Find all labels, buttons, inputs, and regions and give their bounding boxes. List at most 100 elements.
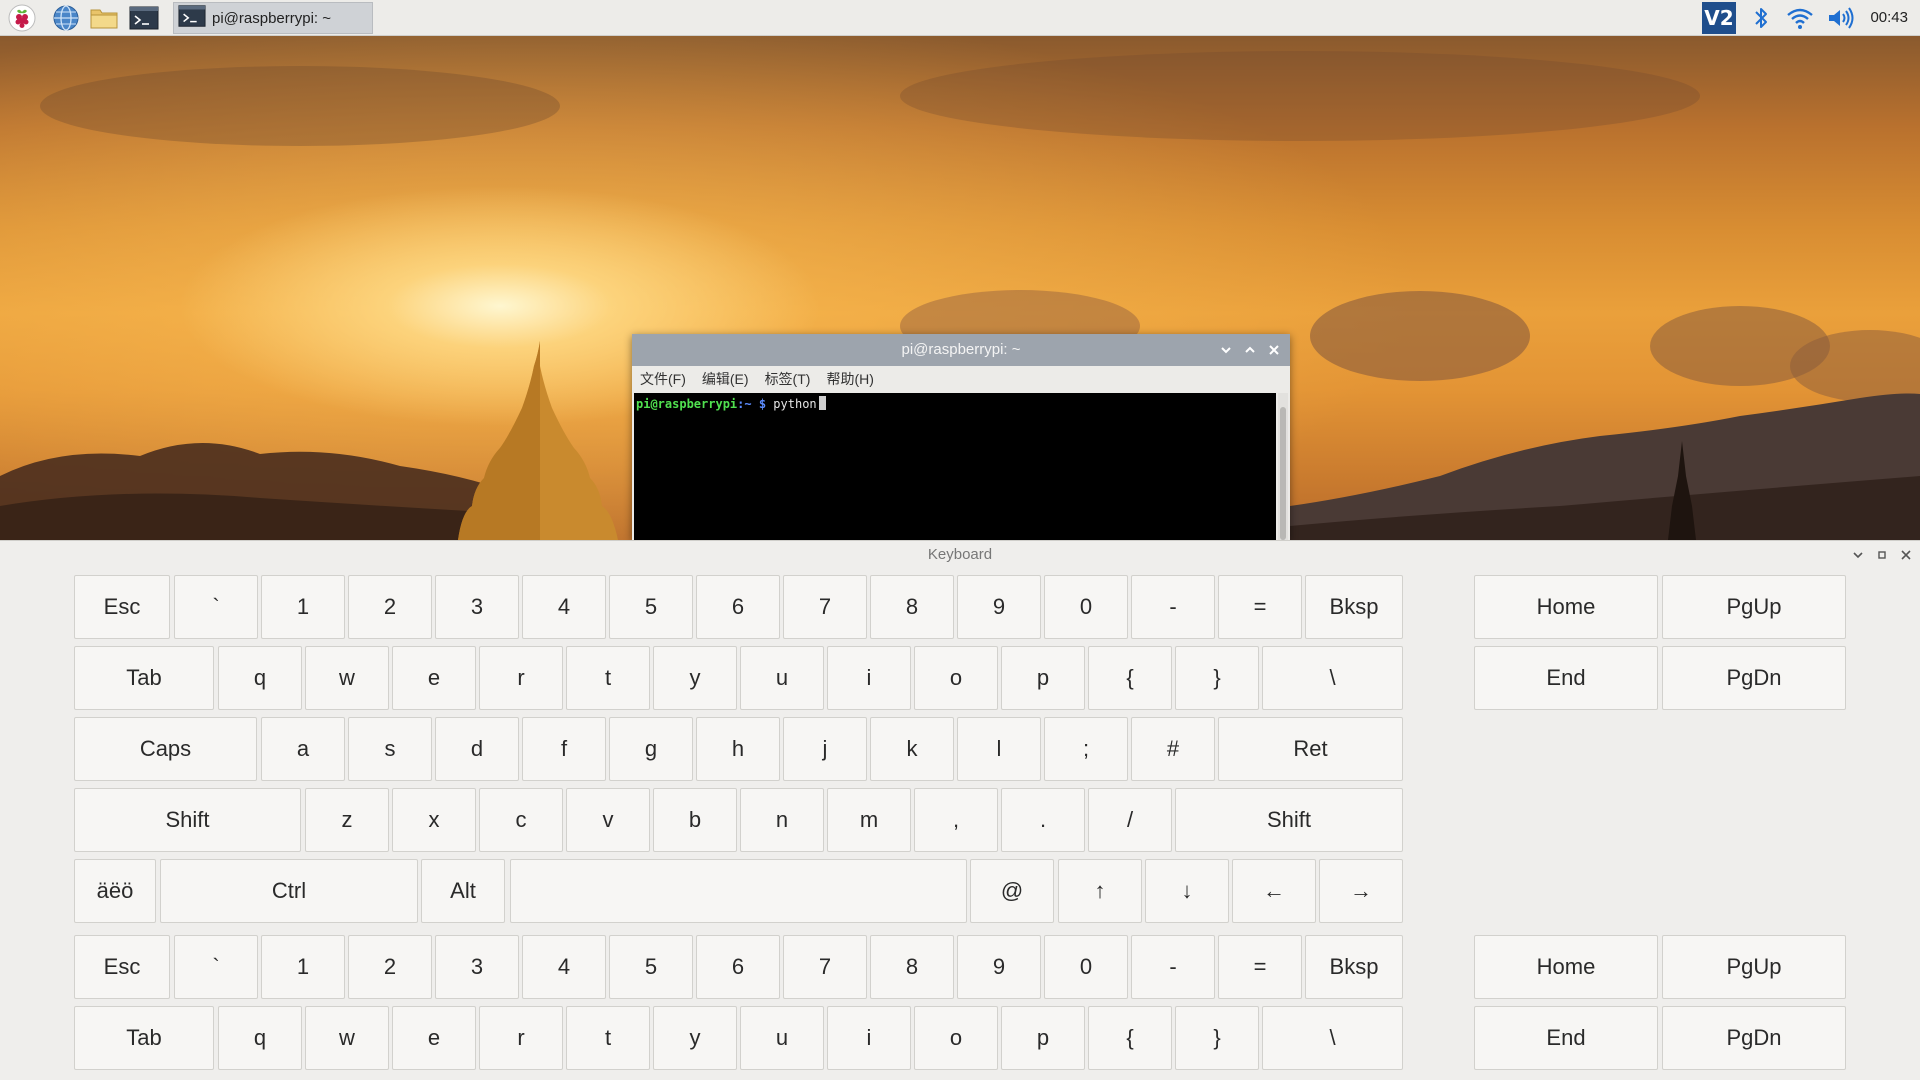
key-esc[interactable]: Esc	[74, 935, 170, 999]
key-backtick[interactable]: `	[174, 575, 258, 639]
terminal-output[interactable]: pi@raspberrypi:~ $ python	[634, 393, 1276, 540]
key-o[interactable]: o	[914, 1006, 998, 1070]
key-arrow-left[interactable]: ←	[1232, 859, 1316, 923]
keyboard-close-icon[interactable]	[1898, 547, 1914, 563]
key-7[interactable]: 7	[783, 935, 867, 999]
key-r[interactable]: r	[479, 1006, 563, 1070]
key-backslash[interactable]: \	[1262, 646, 1403, 710]
key-2[interactable]: 2	[348, 575, 432, 639]
key-equals[interactable]: =	[1218, 935, 1302, 999]
key-u[interactable]: u	[740, 1006, 824, 1070]
terminal-launcher-icon[interactable]	[128, 3, 160, 33]
key-arrow-up[interactable]: ↑	[1058, 859, 1142, 923]
key-ctrl[interactable]: Ctrl	[160, 859, 418, 923]
key-end[interactable]: End	[1474, 1006, 1658, 1070]
key-6[interactable]: 6	[696, 575, 780, 639]
bluetooth-icon[interactable]	[1748, 2, 1774, 34]
key-shift[interactable]: Shift	[1175, 788, 1403, 852]
key-hash[interactable]: #	[1131, 717, 1215, 781]
key-i[interactable]: i	[827, 1006, 911, 1070]
key-caps[interactable]: Caps	[74, 717, 257, 781]
key-f[interactable]: f	[522, 717, 606, 781]
key-c[interactable]: c	[479, 788, 563, 852]
key-q[interactable]: q	[218, 646, 302, 710]
wifi-icon[interactable]	[1784, 2, 1816, 34]
key-5[interactable]: 5	[609, 935, 693, 999]
key-p[interactable]: p	[1001, 646, 1085, 710]
key-8[interactable]: 8	[870, 935, 954, 999]
file-manager-icon[interactable]	[88, 3, 120, 33]
key-a[interactable]: a	[261, 717, 345, 781]
menu-edit[interactable]: 编辑(E)	[702, 369, 749, 389]
key-pgup[interactable]: PgUp	[1662, 935, 1846, 999]
key-equals[interactable]: =	[1218, 575, 1302, 639]
key-pgup[interactable]: PgUp	[1662, 575, 1846, 639]
key-at[interactable]: @	[970, 859, 1054, 923]
key-ret[interactable]: Ret	[1218, 717, 1403, 781]
vnc-icon[interactable]: V2	[1702, 2, 1736, 34]
key-e[interactable]: e	[392, 646, 476, 710]
key-b[interactable]: b	[653, 788, 737, 852]
key-6[interactable]: 6	[696, 935, 780, 999]
key-minus[interactable]: -	[1131, 575, 1215, 639]
key-esc[interactable]: Esc	[74, 575, 170, 639]
key-arrow-right[interactable]: →	[1319, 859, 1403, 923]
key-9[interactable]: 9	[957, 575, 1041, 639]
key-0[interactable]: 0	[1044, 575, 1128, 639]
key-z[interactable]: z	[305, 788, 389, 852]
key-left-brace[interactable]: {	[1088, 646, 1172, 710]
key-7[interactable]: 7	[783, 575, 867, 639]
key-comma[interactable]: ,	[914, 788, 998, 852]
key-d[interactable]: d	[435, 717, 519, 781]
key-n[interactable]: n	[740, 788, 824, 852]
key-s[interactable]: s	[348, 717, 432, 781]
key-g[interactable]: g	[609, 717, 693, 781]
clock[interactable]: 00:43	[1870, 0, 1908, 36]
key-accents[interactable]: äëö	[74, 859, 156, 923]
scrollbar-thumb[interactable]	[1280, 407, 1286, 540]
key-right-brace[interactable]: }	[1175, 1006, 1259, 1070]
key-8[interactable]: 8	[870, 575, 954, 639]
key-right-brace[interactable]: }	[1175, 646, 1259, 710]
menu-tabs[interactable]: 标签(T)	[765, 369, 811, 389]
close-icon[interactable]	[1266, 342, 1282, 358]
key-period[interactable]: .	[1001, 788, 1085, 852]
menu-help[interactable]: 帮助(H)	[826, 369, 873, 389]
key-y[interactable]: y	[653, 646, 737, 710]
key-9[interactable]: 9	[957, 935, 1041, 999]
key-minus[interactable]: -	[1131, 935, 1215, 999]
key-pgdn[interactable]: PgDn	[1662, 646, 1846, 710]
key-4[interactable]: 4	[522, 935, 606, 999]
key-p[interactable]: p	[1001, 1006, 1085, 1070]
key-pgdn[interactable]: PgDn	[1662, 1006, 1846, 1070]
key-h[interactable]: h	[696, 717, 780, 781]
maximize-icon[interactable]	[1242, 342, 1258, 358]
key-home[interactable]: Home	[1474, 935, 1658, 999]
key-q[interactable]: q	[218, 1006, 302, 1070]
key-1[interactable]: 1	[261, 575, 345, 639]
raspberry-menu-icon[interactable]	[6, 3, 38, 33]
key-m[interactable]: m	[827, 788, 911, 852]
key-space[interactable]	[510, 859, 967, 923]
key-l[interactable]: l	[957, 717, 1041, 781]
key-4[interactable]: 4	[522, 575, 606, 639]
key-3[interactable]: 3	[435, 575, 519, 639]
terminal-titlebar[interactable]: pi@raspberrypi: ~	[632, 334, 1290, 366]
key-shift[interactable]: Shift	[74, 788, 301, 852]
key-arrow-down[interactable]: ↓	[1145, 859, 1229, 923]
terminal-scrollbar[interactable]	[1278, 393, 1288, 540]
key-t[interactable]: t	[566, 1006, 650, 1070]
key-bksp[interactable]: Bksp	[1305, 935, 1403, 999]
key-home[interactable]: Home	[1474, 575, 1658, 639]
key-t[interactable]: t	[566, 646, 650, 710]
key-x[interactable]: x	[392, 788, 476, 852]
key-backtick[interactable]: `	[174, 935, 258, 999]
minimize-icon[interactable]	[1218, 342, 1234, 358]
key-slash[interactable]: /	[1088, 788, 1172, 852]
key-2[interactable]: 2	[348, 935, 432, 999]
key-alt[interactable]: Alt	[421, 859, 505, 923]
key-i[interactable]: i	[827, 646, 911, 710]
key-bksp[interactable]: Bksp	[1305, 575, 1403, 639]
key-o[interactable]: o	[914, 646, 998, 710]
key-r[interactable]: r	[479, 646, 563, 710]
